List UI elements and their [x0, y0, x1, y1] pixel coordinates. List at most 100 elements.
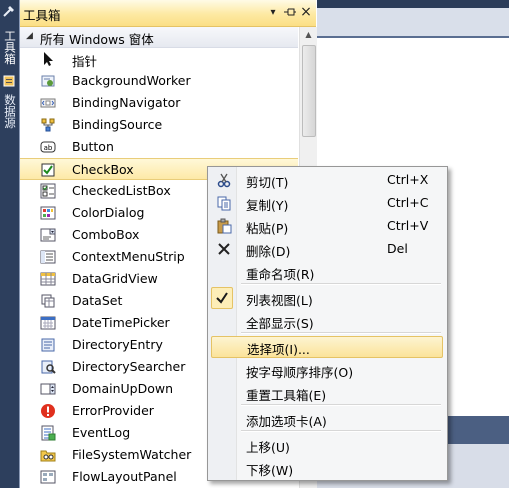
- toolbox-item-label: CheckedListBox: [72, 183, 171, 198]
- menu-item[interactable]: 列表视图(L): [208, 287, 447, 309]
- editor-tab-bar: [317, 8, 509, 36]
- menu-item-label: 重置工具箱(E): [246, 388, 327, 403]
- toolbox-item-label: BackgroundWorker: [72, 73, 191, 88]
- group-label: 所有 Windows 窗体: [40, 32, 154, 47]
- menu-item-label: 删除(D): [246, 244, 291, 259]
- menu-item[interactable]: 下移(W): [208, 457, 447, 479]
- menu-item[interactable]: 删除(D) Del: [208, 238, 447, 260]
- toolbox-tools-icon: [3, 6, 14, 17]
- svg-text:ab: ab: [44, 144, 53, 152]
- toolbox-item-label: CheckBox: [72, 162, 134, 177]
- toolbox-item-label: DataGridView: [72, 271, 158, 286]
- colordialog-icon: [40, 205, 56, 221]
- combobox-icon: [40, 227, 56, 243]
- menu-item-shortcut: Del: [387, 241, 408, 256]
- directoryentry-icon: [40, 337, 56, 353]
- toolbox-item-label: ErrorProvider: [72, 403, 154, 418]
- menu-item[interactable]: 全部显示(S): [208, 310, 447, 332]
- side-tab-strip: 工具箱 数据源: [0, 0, 19, 488]
- menu-separator: [241, 283, 441, 285]
- context-menu: 剪切(T) Ctrl+X 复制(Y) Ctrl+C 粘贴(P) Ctrl+V 删除(D) De…: [207, 166, 448, 481]
- toolbox-item-label: ColorDialog: [72, 205, 145, 220]
- toolbox-item-label: BindingNavigator: [72, 95, 181, 110]
- menu-item[interactable]: 上移(U): [208, 434, 447, 456]
- backgroundworker-icon: [40, 73, 56, 89]
- toolbox-item-label: DataSet: [72, 293, 123, 308]
- toolbox-item-label: Button: [72, 139, 114, 154]
- menu-item-shortcut: Ctrl+V: [387, 218, 429, 233]
- toolbox-item[interactable]: BackgroundWorker: [20, 70, 298, 92]
- cut-icon: [216, 172, 232, 188]
- bindingnavigator-icon: [40, 95, 56, 111]
- scrollbar-thumb[interactable]: [302, 45, 316, 137]
- toolbox-item-label: 指针: [72, 54, 98, 69]
- delete-icon: [216, 241, 232, 257]
- paste-icon: [216, 218, 232, 234]
- toolbox-title: 工具箱: [23, 8, 61, 23]
- tab-toolbox[interactable]: 工具箱: [1, 22, 18, 72]
- menu-item[interactable]: 选择项(I)...: [211, 336, 443, 358]
- menu-item-label: 下移(W): [246, 463, 294, 478]
- toolbox-titlebar: 工具箱 ▾ ×: [20, 0, 316, 27]
- menu-item[interactable]: 重置工具箱(E): [208, 382, 447, 404]
- close-icon[interactable]: ×: [299, 4, 313, 20]
- dataset-icon: [40, 293, 56, 309]
- scroll-up-arrow-icon[interactable]: ▲: [300, 27, 317, 43]
- menu-separator: [241, 404, 441, 406]
- toolbox-item-label: FlowLayoutPanel: [72, 469, 177, 484]
- toolbox-item-label: BindingSource: [72, 117, 163, 132]
- menu-item[interactable]: 重命名项(R): [208, 261, 447, 283]
- flowlayoutpanel-icon: [40, 469, 56, 485]
- toolbox-item-label: ComboBox: [72, 227, 140, 242]
- datetimepicker-icon: [40, 315, 56, 331]
- datasource-icon: [3, 75, 15, 87]
- group-header-all-windows-forms[interactable]: ◢ 所有 Windows 窗体: [20, 27, 298, 48]
- menu-separator: [241, 430, 441, 432]
- toolbox-item-label: DomainUpDown: [72, 381, 174, 396]
- menu-item-label: 粘贴(P): [246, 221, 289, 236]
- menu-item-label: 复制(Y): [246, 198, 289, 213]
- toolbox-item[interactable]: BindingNavigator: [20, 92, 298, 114]
- errorprovider-icon: [40, 403, 56, 419]
- button-icon: ab: [40, 139, 56, 155]
- checkbox-icon: [40, 162, 56, 178]
- eventlog-icon: [40, 425, 56, 441]
- menu-item-shortcut: Ctrl+C: [387, 195, 429, 210]
- toolbox-item-label: DirectoryEntry: [72, 337, 163, 352]
- menu-item-label: 剪切(T): [246, 175, 289, 190]
- bindingsource-icon: [40, 117, 56, 133]
- toolbox-item[interactable]: 指针: [20, 48, 298, 70]
- menu-item-label: 按字母顺序排序(O): [246, 365, 354, 380]
- domainupdown-icon: [40, 381, 56, 397]
- menu-item[interactable]: 添加选项卡(A): [208, 408, 447, 430]
- contextmenustrip-icon: [40, 249, 56, 265]
- filesystemwatcher-icon: [40, 447, 56, 463]
- toolbox-item-label: DateTimePicker: [72, 315, 170, 330]
- pin-icon[interactable]: [283, 5, 297, 19]
- toolbox-item-label: DirectorySearcher: [72, 359, 186, 374]
- menu-item-label: 全部显示(S): [246, 316, 314, 331]
- menu-item-shortcut: Ctrl+X: [387, 172, 429, 187]
- checkmark-icon: [214, 290, 230, 306]
- directorysearcher-icon: [40, 359, 56, 375]
- copy-icon: [216, 195, 232, 211]
- menu-item-label: 上移(U): [246, 440, 290, 455]
- toolbox-item[interactable]: ab Button: [20, 136, 298, 158]
- menu-item[interactable]: 粘贴(P) Ctrl+V: [208, 215, 447, 237]
- toolbox-item-label: ContextMenuStrip: [72, 249, 185, 264]
- menu-item[interactable]: 按字母顺序排序(O): [208, 359, 447, 381]
- pointer-icon: [40, 51, 56, 67]
- checkedlistbox-icon: [40, 183, 56, 199]
- menu-item[interactable]: 剪切(T) Ctrl+X: [208, 169, 447, 191]
- toolbox-item[interactable]: BindingSource: [20, 114, 298, 136]
- menu-item[interactable]: 复制(Y) Ctrl+C: [208, 192, 447, 214]
- dropdown-arrow-icon[interactable]: ▾: [266, 5, 280, 19]
- collapse-triangle-icon[interactable]: ◢: [26, 31, 33, 41]
- menu-item-label: 添加选项卡(A): [246, 414, 327, 429]
- menu-item-label: 重命名项(R): [246, 267, 315, 282]
- menu-item-label: 选择项(I)...: [247, 342, 310, 357]
- toolbox-item-label: FileSystemWatcher: [72, 447, 192, 462]
- menu-item-label: 列表视图(L): [246, 293, 313, 308]
- tab-datasource[interactable]: 数据源: [1, 90, 18, 132]
- datagridview-icon: [40, 271, 56, 287]
